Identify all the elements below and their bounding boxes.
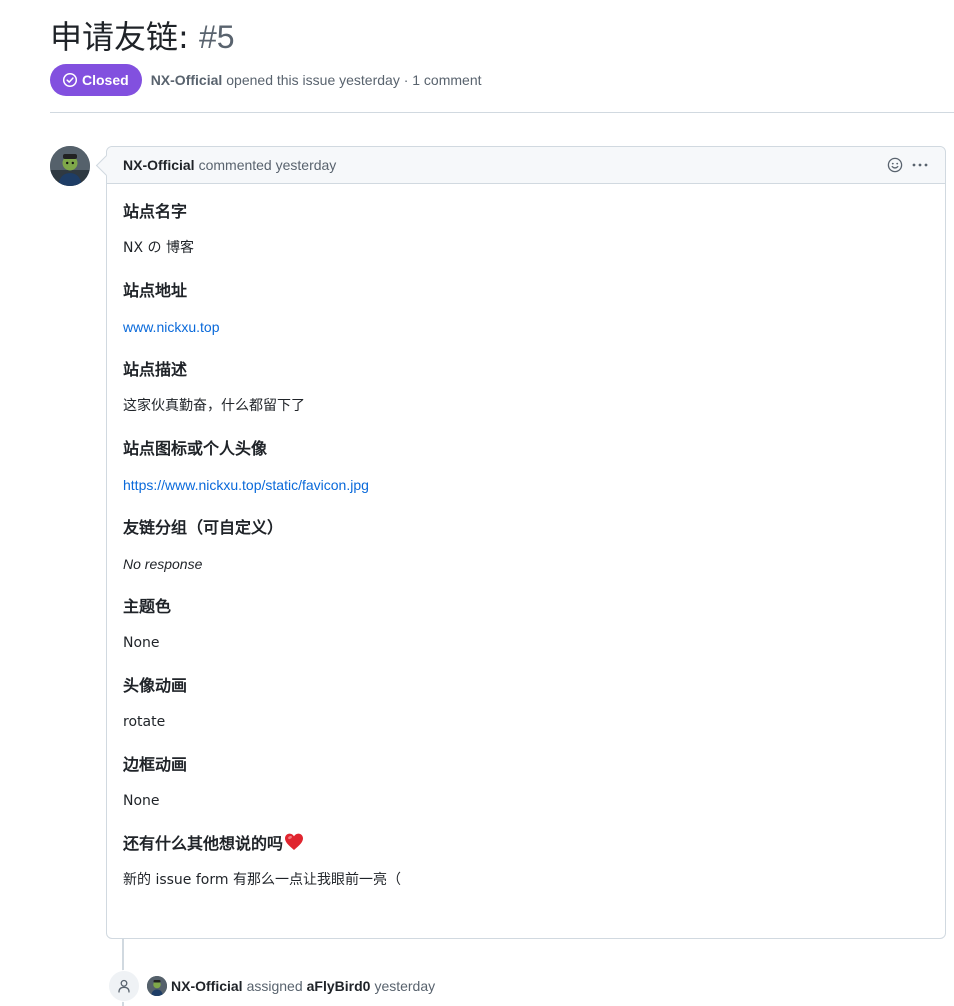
issue-number: #5: [198, 19, 235, 55]
state-label: Closed: [82, 72, 129, 88]
event-action: assigned: [246, 978, 303, 994]
header-divider: [50, 112, 954, 113]
field-heading-other: 还有什么其他想说的吗: [123, 832, 929, 856]
field-heading-site-icon: 站点图标或个人头像: [123, 439, 268, 458]
field-heading-site-description: 站点描述: [123, 360, 188, 379]
event-actor-link[interactable]: NX-Official: [171, 978, 243, 994]
comment-body: 站点名字 NX の 博客 站点地址 www.nickxu.top 站点描述 这家…: [123, 200, 929, 911]
field-value-avatar-animation: rotate: [123, 714, 166, 730]
comment-author-link[interactable]: NX-Official: [123, 157, 195, 173]
field-heading-other-text: 还有什么其他想说的吗: [123, 834, 284, 853]
site-url-link[interactable]: www.nickxu.top: [123, 319, 219, 335]
event-actor-avatar[interactable]: [147, 976, 167, 996]
field-value-other: 新的 issue form 有那么一点让我眼前一亮（: [123, 872, 401, 888]
issue-opened-text: opened this issue yesterday · 1 comment: [226, 72, 482, 88]
field-value-theme-color: None: [123, 635, 160, 651]
field-heading-site-name: 站点名字: [123, 202, 188, 221]
smiley-icon[interactable]: [887, 157, 903, 173]
issue-title-separator: :: [178, 18, 189, 56]
comment-box: NX-Official commented yesterday 站点名字 NX …: [106, 146, 946, 939]
state-badge: Closed: [50, 64, 142, 96]
field-heading-border-animation: 边框动画: [123, 755, 188, 774]
field-heading-avatar-animation: 头像动画: [123, 676, 188, 695]
field-value-border-animation: None: [123, 793, 160, 809]
field-value-site-description: 这家伙真勤奋，什么都留下了: [123, 398, 305, 414]
field-value-link-group: No response: [123, 556, 203, 572]
issue-meta: Closed NX-Official opened this issue yes…: [50, 64, 482, 96]
comment-header: NX-Official commented yesterday: [107, 147, 945, 184]
kebab-horizontal-icon[interactable]: [911, 157, 929, 173]
avatar[interactable]: [50, 146, 90, 186]
field-value-site-name: NX の 博客: [123, 240, 194, 256]
issue-author-link[interactable]: NX-Official: [151, 72, 223, 88]
timeline-event-assigned: NX-Official assigned aFlyBird0 yesterday: [108, 970, 435, 1002]
red-heart-icon: [285, 833, 304, 850]
check-circle-icon: [62, 72, 78, 88]
issue-title-text: 申请友链: [50, 18, 179, 56]
site-icon-link[interactable]: https://www.nickxu.top/static/favicon.jp…: [123, 477, 369, 493]
comment-time[interactable]: commented yesterday: [199, 157, 337, 173]
field-heading-link-group: 友链分组（可自定义）: [123, 518, 284, 537]
field-heading-theme-color: 主题色: [123, 597, 172, 616]
field-heading-site-url: 站点地址: [123, 281, 188, 300]
person-icon: [108, 970, 140, 1002]
event-assignee-link[interactable]: aFlyBird0: [307, 978, 371, 994]
issue-title: 申请友链: #5: [50, 14, 235, 60]
event-time[interactable]: yesterday: [374, 978, 435, 994]
